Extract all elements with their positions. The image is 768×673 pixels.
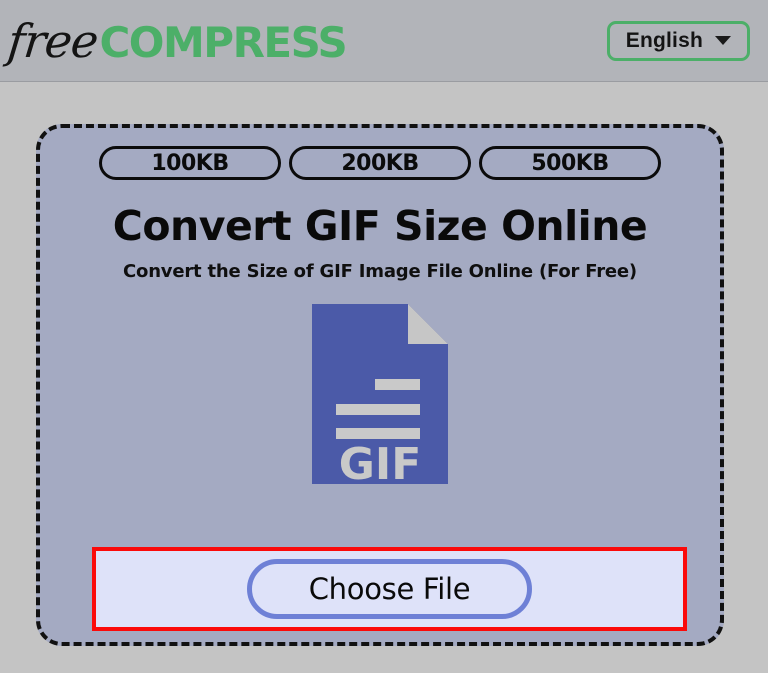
size-preset-100kb-label: 100KB bbox=[151, 150, 229, 176]
size-preset-100kb[interactable]: 100KB bbox=[99, 146, 281, 180]
site-logo[interactable]: free COMPRESS bbox=[5, 13, 348, 68]
gif-file-icon-label: GIF bbox=[339, 439, 422, 484]
chevron-down-icon bbox=[715, 36, 731, 45]
site-header: free COMPRESS English bbox=[0, 0, 768, 82]
choose-file-highlight: Choose File bbox=[92, 547, 687, 631]
language-selector[interactable]: English bbox=[606, 20, 750, 61]
logo-text-compress: COMPRESS bbox=[99, 17, 347, 67]
logo-text-free: free bbox=[5, 13, 101, 68]
gif-file-icon: GIF bbox=[312, 304, 448, 490]
choose-file-button-label: Choose File bbox=[308, 572, 471, 606]
size-preset-500kb[interactable]: 500KB bbox=[479, 146, 661, 180]
size-preset-row: 100KB 200KB 500KB bbox=[99, 146, 661, 180]
page-title: Convert GIF Size Online bbox=[112, 202, 648, 250]
language-selector-label: English bbox=[625, 28, 703, 52]
choose-file-button[interactable]: Choose File bbox=[247, 559, 532, 619]
page-subtitle: Convert the Size of GIF Image File Onlin… bbox=[123, 261, 637, 282]
size-preset-200kb[interactable]: 200KB bbox=[289, 146, 471, 180]
size-preset-200kb-label: 200KB bbox=[341, 150, 419, 176]
upload-dropzone[interactable]: 100KB 200KB 500KB Convert GIF Size Onlin… bbox=[36, 124, 724, 646]
size-preset-500kb-label: 500KB bbox=[531, 150, 609, 176]
